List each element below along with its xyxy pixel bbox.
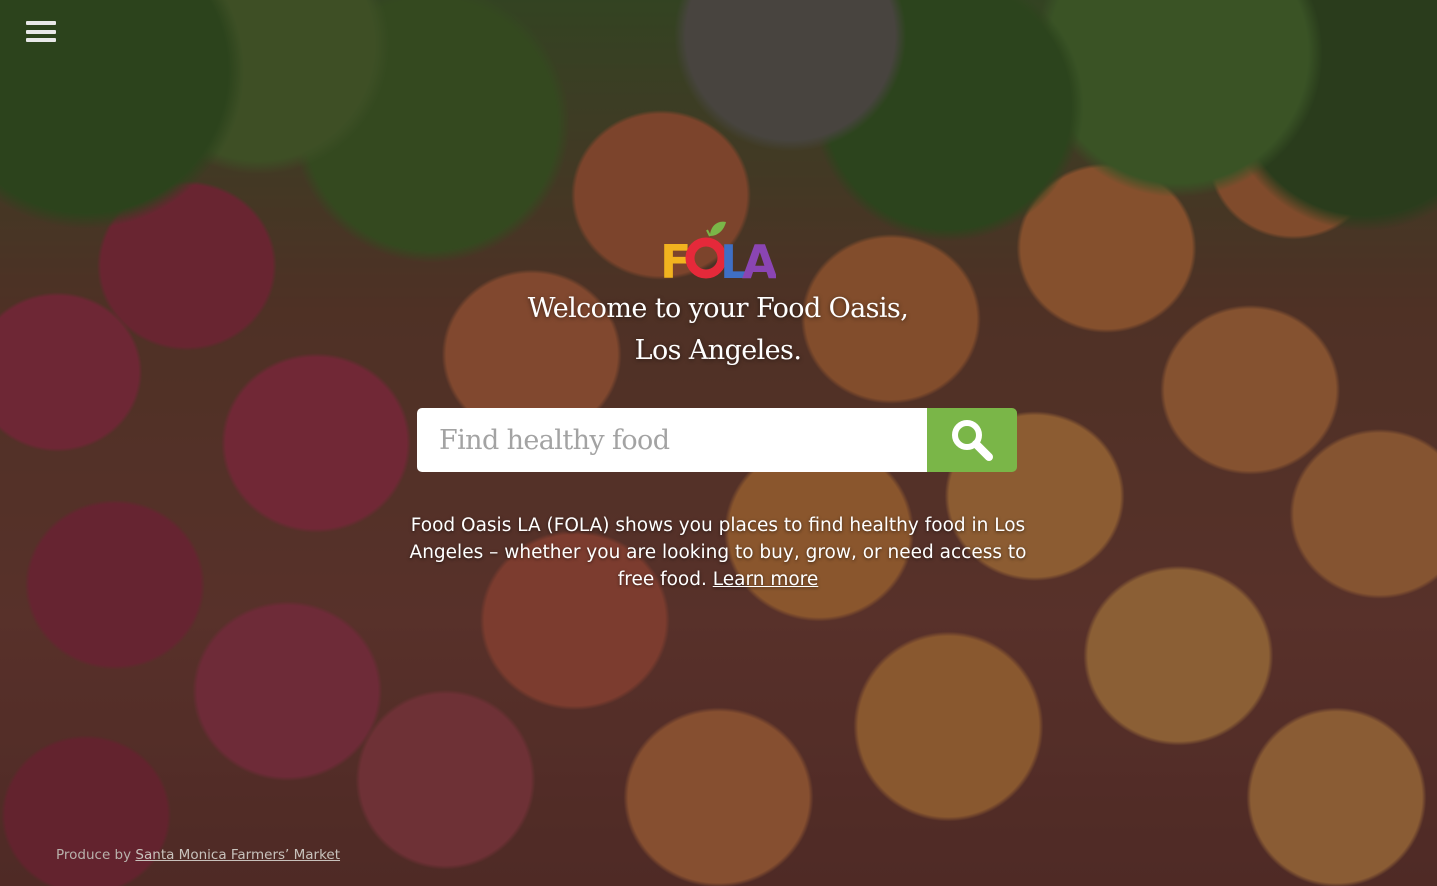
credit-link[interactable]: Santa Monica Farmers’ Market <box>135 847 340 863</box>
fola-logo: F L A <box>660 221 776 282</box>
logo-letter-o <box>685 237 727 279</box>
logo-letter-a: A <box>742 235 776 282</box>
search-bar <box>417 408 1017 472</box>
hamburger-menu-icon[interactable] <box>26 21 56 47</box>
credit-prefix: Produce by <box>56 847 136 863</box>
welcome-headline: Welcome to your Food Oasis, Los Angeles. <box>418 288 1018 372</box>
headline-line-1: Welcome to your Food Oasis, <box>527 293 909 324</box>
leaf-icon <box>710 221 726 236</box>
learn-more-link[interactable]: Learn more <box>713 569 819 590</box>
search-icon <box>952 420 993 461</box>
search-button[interactable] <box>927 408 1017 472</box>
headline-line-2: Los Angeles. <box>634 335 802 366</box>
site-description: Food Oasis LA (FOLA) shows you places to… <box>398 512 1038 593</box>
landing-page: F L A Welcome to your Food Oasis, Los An… <box>0 0 1437 886</box>
search-input[interactable] <box>417 408 927 472</box>
photo-credit: Produce by Santa Monica Farmers’ Market <box>56 847 340 863</box>
